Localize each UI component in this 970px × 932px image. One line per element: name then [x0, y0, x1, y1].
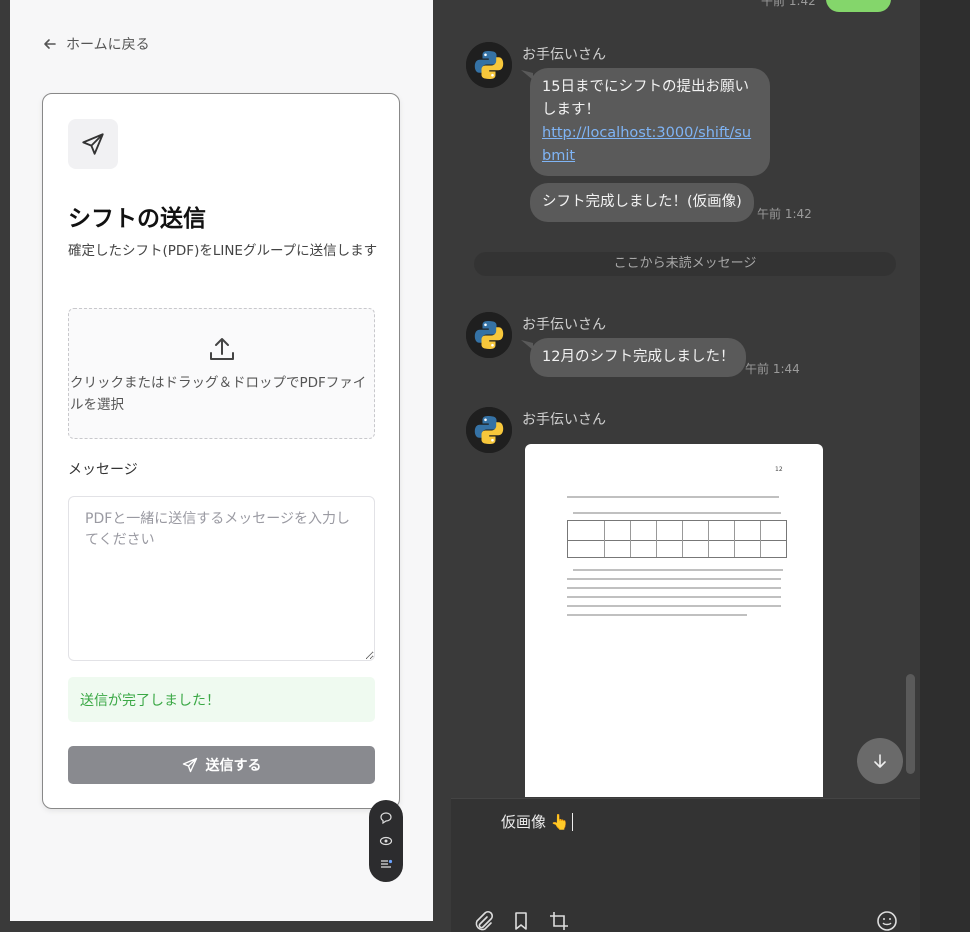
previous-message-time: 午前 1:42	[761, 0, 816, 8]
send-button-label: 送信する	[205, 758, 262, 774]
scroll-to-bottom-button[interactable]	[857, 738, 903, 784]
avatar[interactable]	[466, 312, 512, 358]
message-text: 12月のシフト完成しました！	[542, 349, 735, 365]
image-message[interactable]: 12	[525, 444, 823, 797]
message-label: メッセージ	[68, 462, 138, 478]
chat-window: 午前 1:42 お手伝いさん 15日までにシフトの提出お願いします！ http:…	[451, 0, 920, 932]
python-logo-icon	[466, 407, 512, 453]
sender-name: お手伝いさん	[522, 47, 606, 63]
message-textarea[interactable]	[68, 496, 375, 661]
paper-plane-icon	[182, 757, 197, 773]
document-page-number: 12	[775, 466, 783, 473]
card-description: 確定したシフト(PDF)をLINEグループに送信します	[68, 243, 378, 259]
composer-text: 仮画像 👆	[501, 813, 570, 831]
floating-toolbar	[369, 800, 403, 882]
dropzone-label: クリックまたはドラッグ＆ドロップでPDFファイルを選択	[70, 375, 367, 413]
message-time: 午前 1:44	[745, 362, 800, 376]
message-bubble: 15日までにシフトの提出お願いします！ http://localhost:300…	[530, 68, 770, 176]
avatar[interactable]	[466, 42, 512, 88]
message-text: シフト完成しました！(仮画像)	[542, 194, 742, 210]
crop-icon[interactable]	[547, 909, 571, 932]
send-card: シフトの送信 確定したシフト(PDF)をLINEグループに送信します クリックま…	[42, 93, 400, 809]
composer-input[interactable]: 仮画像 👆	[501, 811, 574, 832]
card-title: シフトの送信	[68, 206, 206, 232]
shift-send-panel: ホームに戻る シフトの送信 確定したシフト(PDF)をLINEグループに送信しま…	[10, 0, 433, 921]
message-text: 15日までにシフトの提出お願いします！	[542, 79, 749, 118]
send-icon-box	[68, 119, 118, 169]
message-composer[interactable]: 仮画像 👆	[451, 798, 920, 932]
success-text: 送信が完了しました！	[80, 692, 220, 709]
python-logo-icon	[466, 42, 512, 88]
message-link[interactable]: http://localhost:3000/shift/submit	[542, 125, 751, 164]
message-bubble: 12月のシフト完成しました！	[530, 338, 747, 377]
document-table	[567, 520, 787, 558]
avatar[interactable]	[466, 407, 512, 453]
back-to-home-link[interactable]: ホームに戻る	[42, 34, 150, 54]
sender-name: お手伝いさん	[522, 412, 606, 428]
list-icon[interactable]	[378, 856, 394, 872]
arrow-left-icon	[44, 39, 56, 49]
bookmark-icon[interactable]	[509, 909, 533, 932]
success-alert: 送信が完了しました！	[68, 677, 375, 722]
attach-icon[interactable]	[471, 909, 495, 932]
chat-scrollbar[interactable]	[906, 674, 915, 774]
comment-icon[interactable]	[378, 810, 394, 826]
pdf-dropzone[interactable]: クリックまたはドラッグ＆ドロップでPDFファイルを選択	[68, 308, 375, 439]
own-message-bubble	[826, 0, 891, 12]
arrow-down-icon	[874, 754, 886, 768]
back-link-label: ホームに戻る	[66, 37, 150, 53]
send-button[interactable]: 送信する	[68, 746, 375, 784]
unread-divider: ここから未読メッセージ	[474, 252, 896, 276]
eye-icon[interactable]	[378, 833, 394, 849]
python-logo-icon	[466, 312, 512, 358]
message-time: 午前 1:42	[757, 207, 812, 221]
message-bubble: シフト完成しました！(仮画像)	[530, 183, 754, 222]
paper-plane-icon	[82, 133, 104, 155]
upload-icon	[210, 338, 234, 360]
emoji-icon[interactable]	[875, 909, 899, 932]
sender-name: お手伝いさん	[522, 317, 606, 333]
